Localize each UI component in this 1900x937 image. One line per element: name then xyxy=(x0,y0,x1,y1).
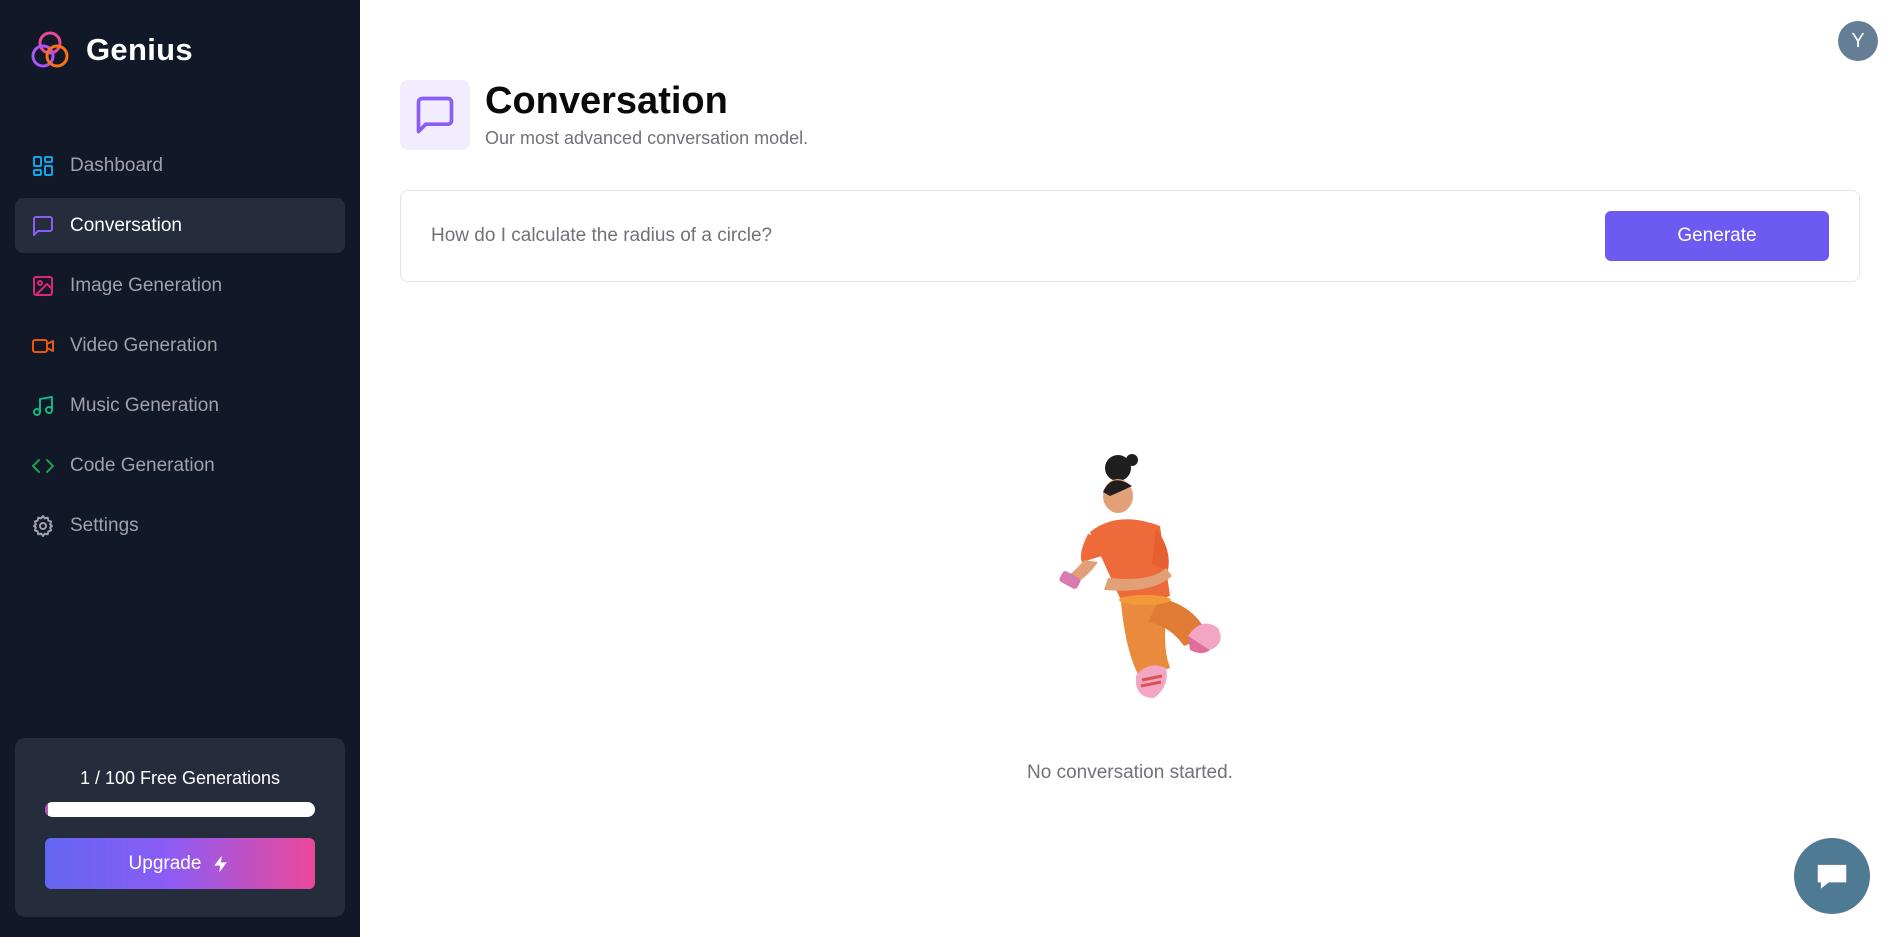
sidebar-item-code-generation[interactable]: Code Generation xyxy=(15,438,345,493)
sidebar-item-label: Music Generation xyxy=(70,394,219,416)
prompt-input[interactable] xyxy=(431,213,1581,259)
sidebar-item-video-generation[interactable]: Video Generation xyxy=(15,318,345,373)
sidebar: Genius Dashboard Conversation Image Gene… xyxy=(0,0,360,937)
dashboard-icon xyxy=(30,153,56,179)
generate-button[interactable]: Generate xyxy=(1605,211,1829,261)
page-subtitle: Our most advanced conversation model. xyxy=(485,128,809,148)
sidebar-item-label: Video Generation xyxy=(70,334,218,356)
logo[interactable]: Genius xyxy=(28,28,193,72)
sidebar-item-music-generation[interactable]: Music Generation xyxy=(15,378,345,433)
sidebar-item-label: Code Generation xyxy=(70,454,215,476)
gear-icon xyxy=(30,513,56,539)
music-icon xyxy=(30,393,56,419)
heading-icon-box xyxy=(400,80,470,150)
prompt-form: Generate xyxy=(400,190,1860,282)
sidebar-item-label: Image Generation xyxy=(70,274,223,296)
sidebar-item-settings[interactable]: Settings xyxy=(15,498,345,553)
sidebar-item-label: Dashboard xyxy=(70,154,163,176)
usage-progress-bar xyxy=(45,802,315,817)
zap-icon xyxy=(214,855,228,872)
chat-bubble-icon xyxy=(1817,864,1847,889)
page-title: Conversation xyxy=(485,80,728,122)
support-chat-button[interactable] xyxy=(1794,838,1870,914)
message-square-icon xyxy=(30,213,56,239)
usage-progress-fill xyxy=(45,802,48,817)
image-icon xyxy=(30,273,56,299)
empty-state-illustration xyxy=(1059,454,1221,698)
app-name: Genius xyxy=(86,32,193,67)
sidebar-item-label: Settings xyxy=(70,514,139,536)
sidebar-nav: Dashboard Conversation Image Generation xyxy=(15,138,345,558)
sidebar-item-label: Conversation xyxy=(70,214,182,236)
upgrade-button[interactable]: Upgrade xyxy=(45,838,315,889)
video-icon xyxy=(30,333,56,359)
code-icon xyxy=(30,453,56,479)
message-square-icon xyxy=(416,96,454,134)
sidebar-item-conversation[interactable]: Conversation xyxy=(15,198,345,253)
sidebar-item-dashboard[interactable]: Dashboard xyxy=(15,138,345,193)
logo-icon xyxy=(31,31,69,68)
upgrade-button-label: Upgrade xyxy=(128,852,202,874)
empty-state-text: No conversation started. xyxy=(1027,762,1233,783)
user-avatar[interactable]: Y xyxy=(1838,21,1878,61)
usage-card: 1 / 100 Free Generations Upgrade xyxy=(15,738,345,917)
usage-counter: 1 / 100 Free Generations xyxy=(79,768,281,788)
sidebar-item-image-generation[interactable]: Image Generation xyxy=(15,258,345,313)
